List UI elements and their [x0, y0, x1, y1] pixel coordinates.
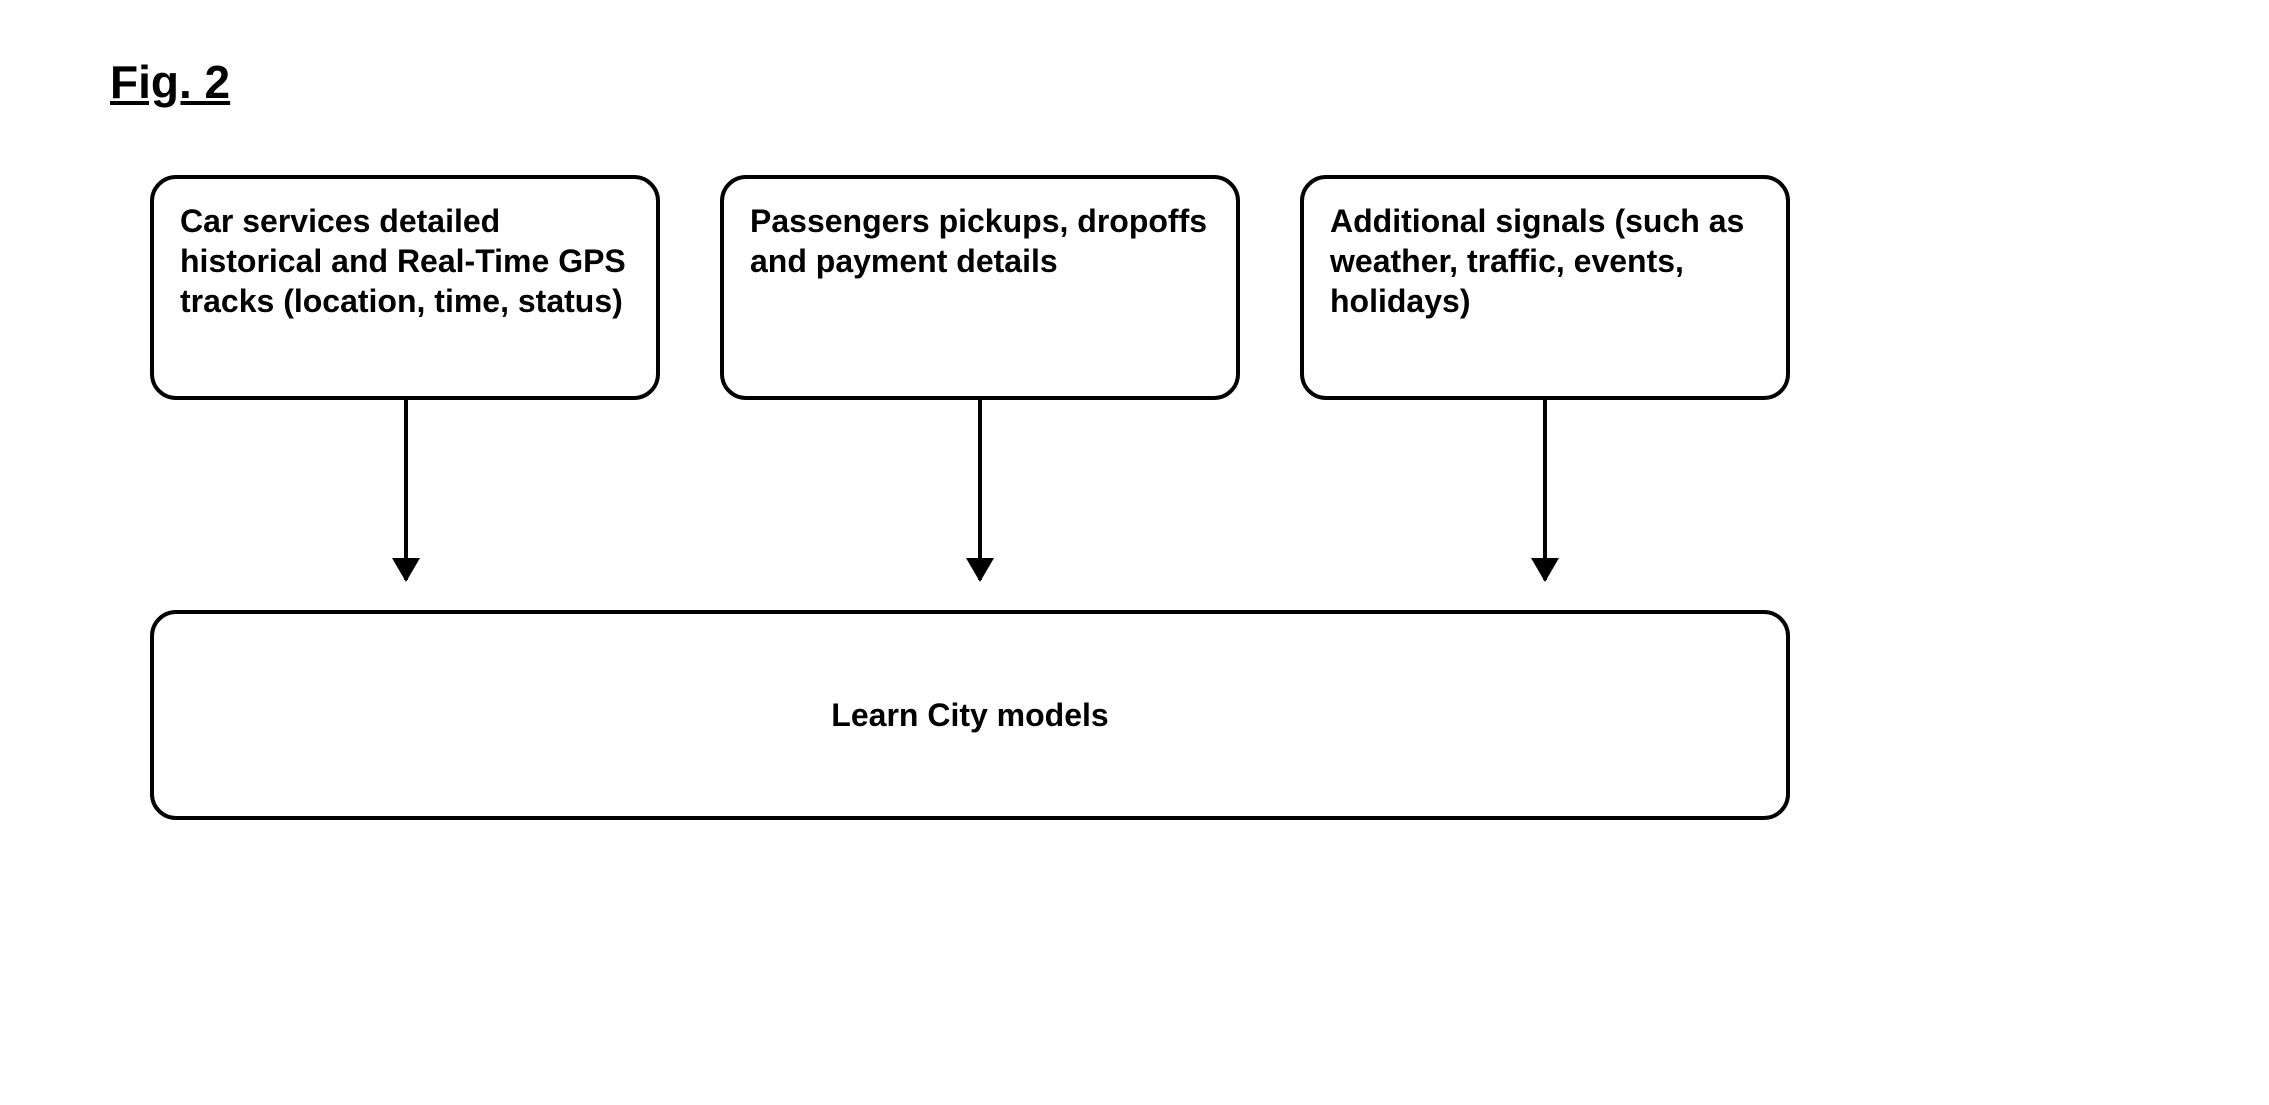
input-box-gps-tracks-text: Car services detailed historical and Rea… [180, 201, 630, 321]
process-box-text: Learn City models [831, 695, 1108, 735]
figure-title: Fig. 2 [110, 55, 230, 109]
input-box-passengers: Passengers pickups, dropoffs and payment… [720, 175, 1240, 400]
input-box-additional-signals: Additional signals (such as weather, tra… [1300, 175, 1790, 400]
arrow-gps-to-process [404, 400, 408, 580]
input-box-passengers-text: Passengers pickups, dropoffs and payment… [750, 201, 1210, 281]
arrow-signals-to-process [1543, 400, 1547, 580]
process-box-learn-city-models: Learn City models [150, 610, 1790, 820]
input-box-additional-signals-text: Additional signals (such as weather, tra… [1330, 201, 1760, 321]
input-box-gps-tracks: Car services detailed historical and Rea… [150, 175, 660, 400]
diagram-canvas: Fig. 2 Car services detailed historical … [0, 0, 2269, 1105]
arrow-passengers-to-process [978, 400, 982, 580]
